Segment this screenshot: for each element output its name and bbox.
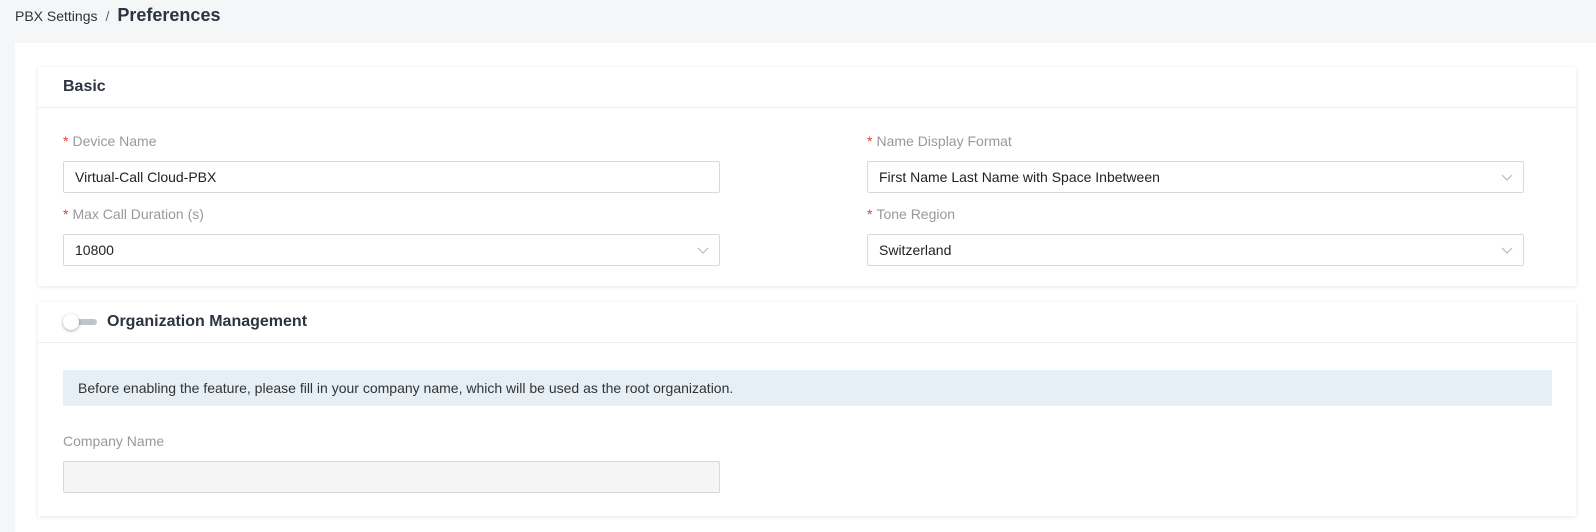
tone-region-field: * Tone Region Switzerland xyxy=(867,204,1524,266)
toggle-knob xyxy=(63,314,79,330)
max-call-duration-select[interactable]: 10800 xyxy=(63,234,720,266)
max-call-duration-field: * Max Call Duration (s) 10800 xyxy=(63,204,720,266)
chevron-down-icon xyxy=(1501,244,1513,256)
organization-notice-text: Before enabling the feature, please fill… xyxy=(78,380,734,396)
organization-section: Organization Management Before enabling … xyxy=(38,302,1576,516)
required-marker: * xyxy=(867,206,873,222)
breadcrumb-separator: / xyxy=(105,8,110,24)
breadcrumb: PBX Settings / Preferences xyxy=(15,5,220,26)
basic-section-title: Basic xyxy=(63,78,106,95)
device-name-value: Virtual-Call Cloud-PBX xyxy=(75,169,217,185)
company-name-input[interactable] xyxy=(63,461,720,493)
chevron-down-icon xyxy=(1501,171,1513,183)
device-name-field: * Device Name Virtual-Call Cloud-PBX xyxy=(63,131,720,193)
breadcrumb-pbx-settings[interactable]: PBX Settings xyxy=(15,8,98,24)
company-name-label: Company Name xyxy=(63,433,165,449)
organization-section-title: Organization Management xyxy=(107,313,308,330)
organization-section-header: Organization Management xyxy=(38,302,1576,343)
max-call-duration-value: 10800 xyxy=(75,242,114,258)
name-display-format-select[interactable]: First Name Last Name with Space Inbetwee… xyxy=(867,161,1524,193)
page-title: Preferences xyxy=(117,5,221,25)
device-name-label: * Device Name xyxy=(63,133,157,149)
tone-region-value: Switzerland xyxy=(879,242,952,258)
organization-notice: Before enabling the feature, please fill… xyxy=(63,370,1552,406)
max-call-duration-label: * Max Call Duration (s) xyxy=(63,206,204,222)
device-name-input[interactable]: Virtual-Call Cloud-PBX xyxy=(63,161,720,193)
chevron-down-icon xyxy=(697,244,709,256)
tone-region-label: * Tone Region xyxy=(867,206,956,222)
basic-section: Basic * Device Name Virtual-Call Cloud-PB… xyxy=(38,67,1576,286)
required-marker: * xyxy=(63,206,69,222)
name-display-format-field: * Name Display Format First Name Last Nam… xyxy=(867,131,1524,193)
organization-toggle[interactable] xyxy=(63,312,97,332)
tone-region-select[interactable]: Switzerland xyxy=(867,234,1524,266)
name-display-format-value: First Name Last Name with Space Inbetwee… xyxy=(879,169,1160,185)
required-marker: * xyxy=(63,133,69,149)
company-name-field: Company Name xyxy=(63,431,720,493)
main-content: Basic * Device Name Virtual-Call Cloud-PB… xyxy=(15,43,1596,532)
basic-section-header: Basic xyxy=(38,67,1576,108)
required-marker: * xyxy=(867,133,873,149)
name-display-format-label: * Name Display Format xyxy=(867,133,1012,149)
